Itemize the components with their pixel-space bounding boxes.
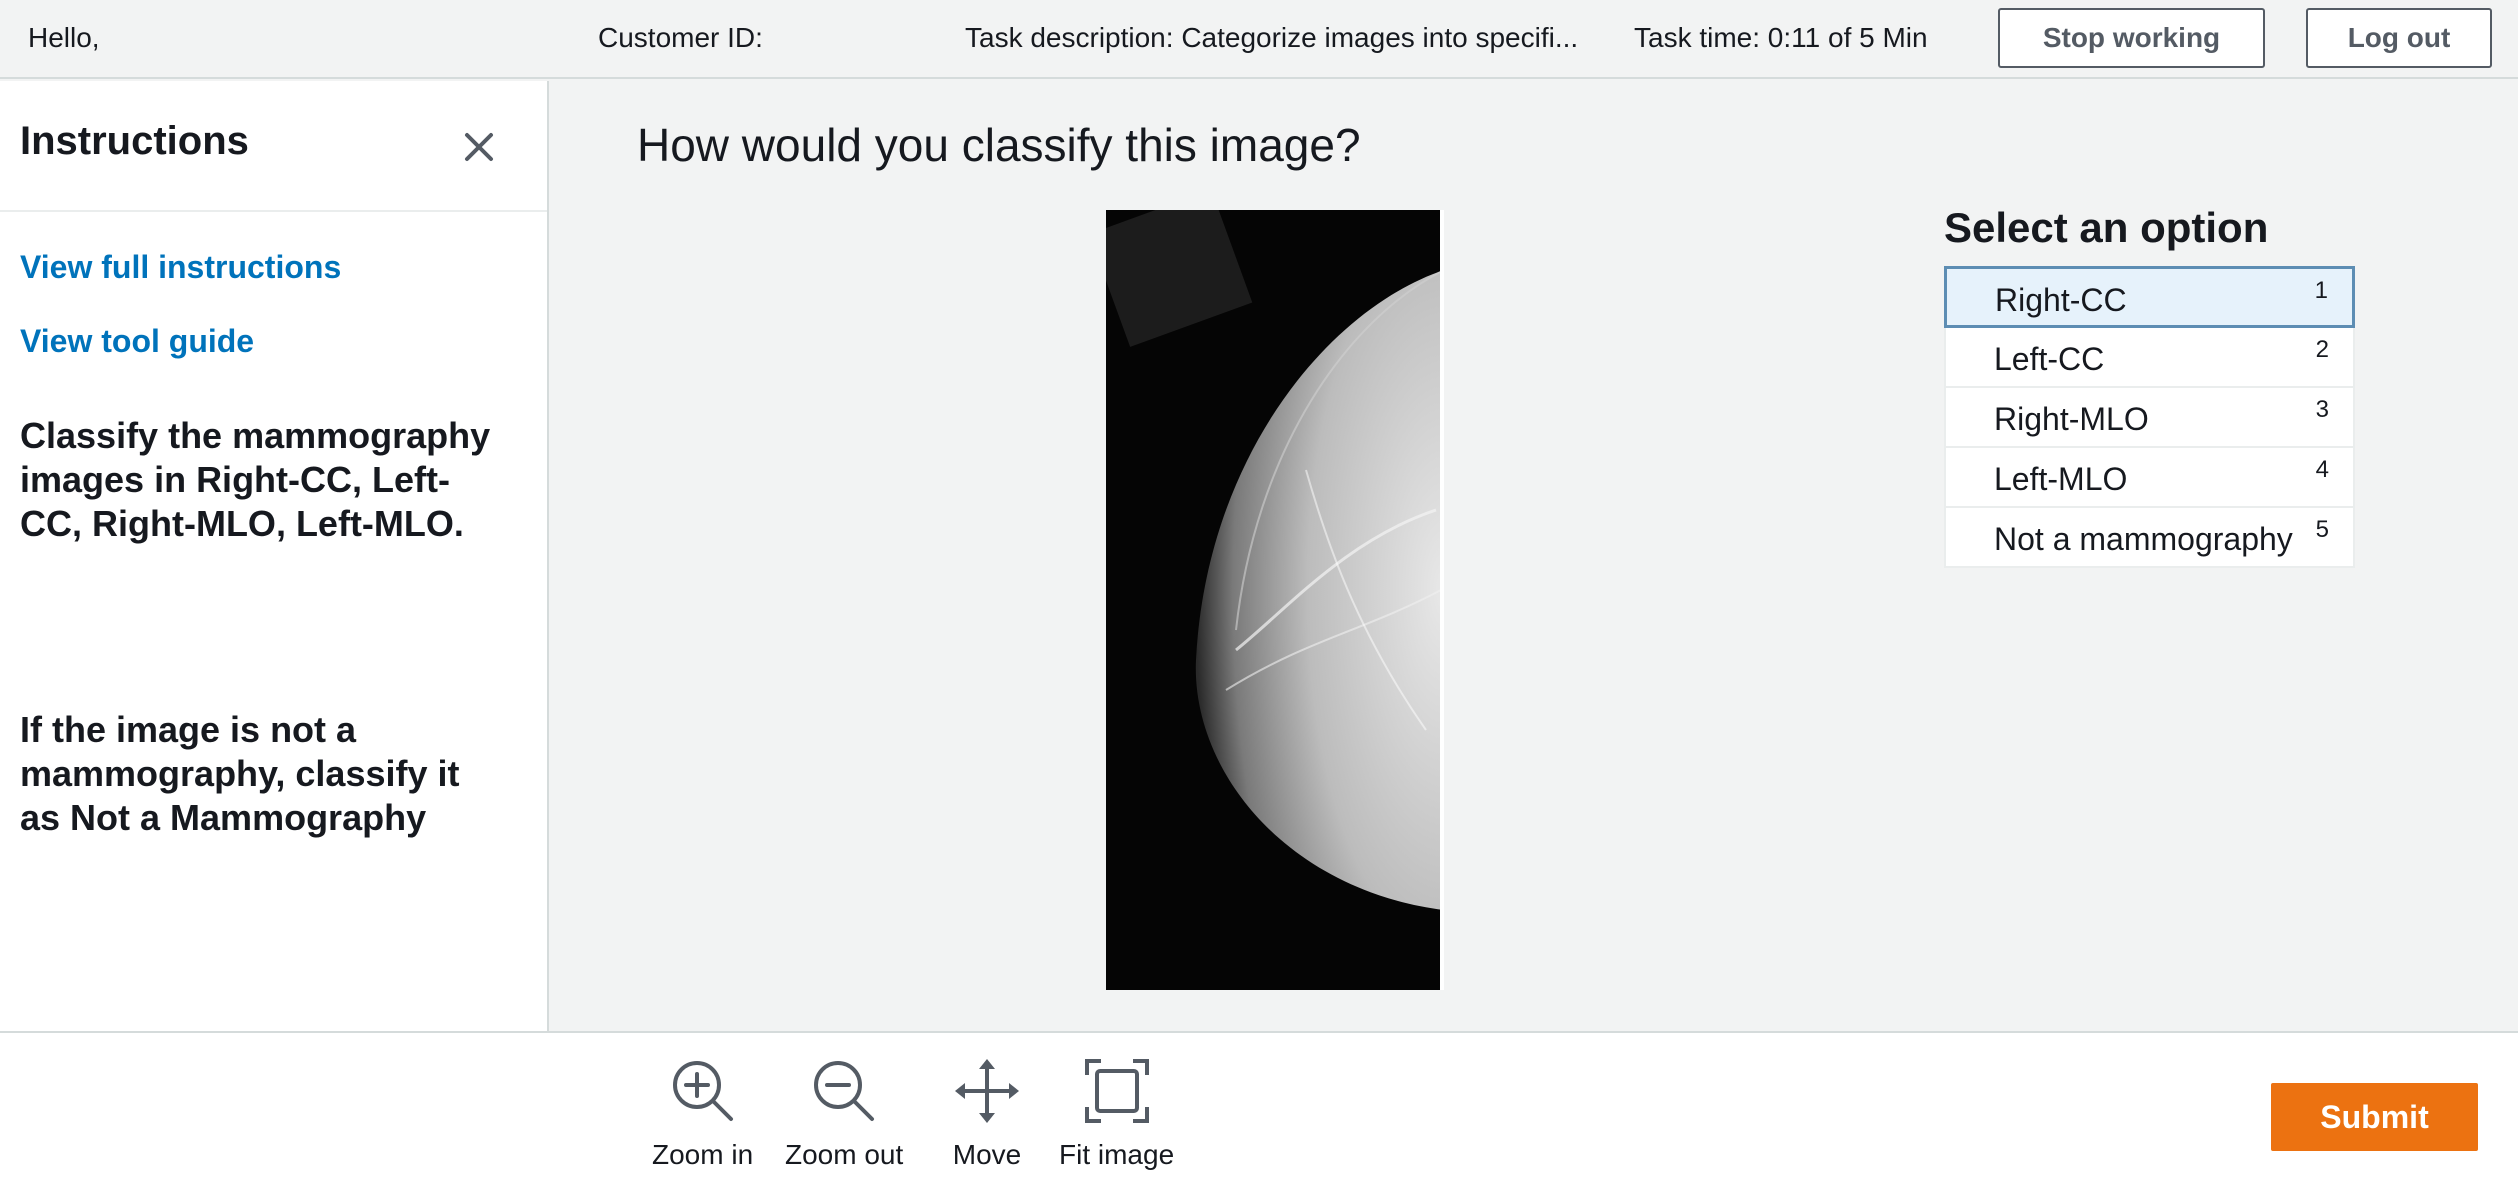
option-right-cc[interactable]: Right-CC 1 — [1944, 266, 2355, 328]
instructions-header: Instructions — [0, 81, 547, 212]
option-right-mlo[interactable]: Right-MLO 3 — [1944, 386, 2355, 448]
view-tool-guide-link[interactable]: View tool guide — [20, 323, 254, 360]
option-label: Right-MLO — [1994, 401, 2149, 437]
move-button[interactable]: Move — [951, 1055, 1023, 1171]
zoom-out-button[interactable]: Zoom out — [785, 1055, 903, 1171]
fit-image-label: Fit image — [1059, 1139, 1175, 1170]
move-icon — [955, 1059, 1019, 1123]
submit-button[interactable]: Submit — [2271, 1083, 2478, 1151]
question-heading: How would you classify this image? — [637, 119, 1361, 171]
option-left-mlo[interactable]: Left-MLO 4 — [1944, 446, 2355, 508]
instruction-text-1: Classify the mammography images in Right… — [20, 415, 491, 544]
option-left-cc[interactable]: Left-CC 2 — [1944, 326, 2355, 388]
option-shortcut: 2 — [2315, 336, 2329, 363]
zoom-in-icon — [672, 1061, 733, 1121]
bottom-toolbar: Zoom in Zoom out Move Fit image Submit — [0, 1031, 2518, 1182]
option-label: Not a mammography — [1994, 521, 2293, 557]
option-shortcut: 5 — [2315, 516, 2329, 543]
option-shortcut: 4 — [2315, 456, 2329, 483]
instructions-panel: Instructions View full instructions View… — [0, 81, 549, 1031]
task-description: Task description: Categorize images into… — [965, 22, 1579, 53]
option-not-a-mammography[interactable]: Not a mammography 5 — [1944, 506, 2355, 568]
option-label: Left-CC — [1994, 341, 2105, 377]
zoom-in-button[interactable]: Zoom in — [652, 1055, 753, 1171]
options-list: Right-CC 1 Left-CC 2 Right-MLO 3 Left-ML… — [1944, 266, 2355, 568]
mammography-image — [1089, 189, 1445, 990]
option-shortcut: 3 — [2315, 396, 2329, 423]
zoom-in-label: Zoom in — [652, 1139, 754, 1170]
select-option-title: Select an option — [1944, 204, 2269, 251]
move-label: Move — [952, 1139, 1022, 1170]
task-time: Task time: 0:11 of 5 Min — [1634, 22, 1928, 53]
option-label: Right-CC — [1995, 282, 2127, 318]
option-label: Left-MLO — [1994, 461, 2128, 497]
fit-image-icon — [1084, 1059, 1149, 1123]
option-shortcut: 1 — [2314, 277, 2328, 304]
zoom-out-label: Zoom out — [785, 1139, 904, 1170]
view-full-instructions-link[interactable]: View full instructions — [20, 249, 341, 286]
greeting: Hello, — [28, 22, 100, 53]
instructions-title: Instructions — [20, 119, 249, 163]
top-bar: Hello, Customer ID: Task description: Ca… — [0, 0, 2518, 79]
zoom-out-icon — [814, 1061, 875, 1121]
customer-id-label: Customer ID: — [598, 22, 763, 53]
instruction-text-2: If the image is not a mammography, class… — [20, 709, 460, 838]
stop-working-button[interactable]: Stop working — [1998, 8, 2265, 68]
log-out-button[interactable]: Log out — [2306, 8, 2492, 68]
fit-image-button[interactable]: Fit image — [1059, 1055, 1174, 1171]
close-icon[interactable] — [459, 127, 499, 167]
